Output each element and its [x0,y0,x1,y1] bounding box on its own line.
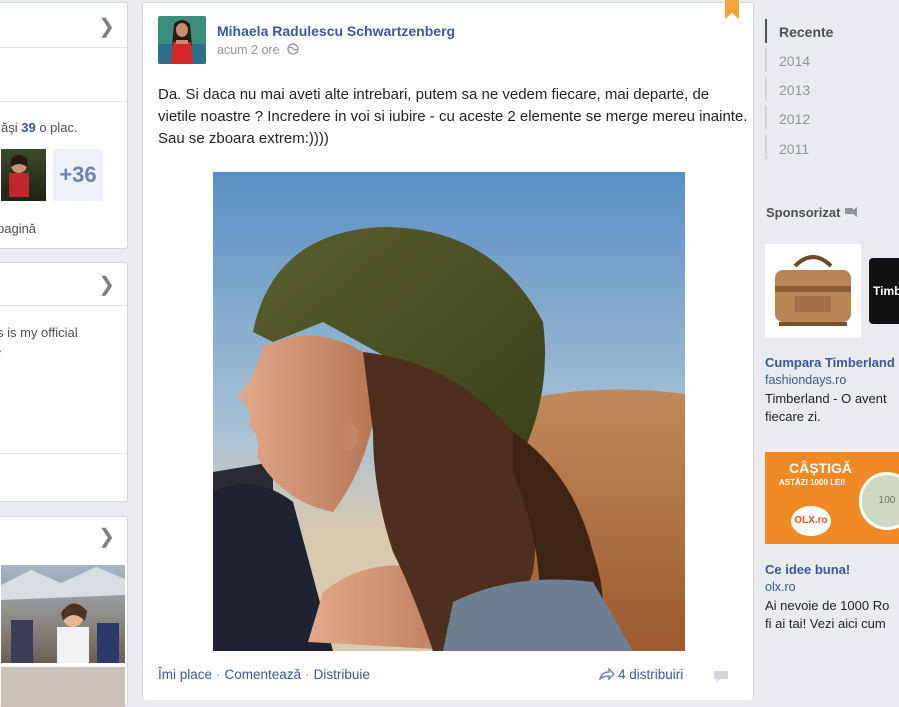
post-time-text[interactable]: acum 2 ore [217,43,280,57]
banknote: 100 [859,472,899,530]
ad-title[interactable]: Cumpara Timberland [765,355,895,370]
years-track [765,106,767,130]
years-indicator [765,19,767,43]
years-track [765,48,767,72]
ad-choices-icon[interactable] [844,206,858,218]
left-card-pages: ❯ i ăşi 39 o plac. +36 pagină [0,2,128,249]
shares-count-label[interactable]: 4 distribuiri [618,667,683,682]
sponsored-header: Sponsorizat [766,205,858,220]
ad-description-cont: fi ai tai! Vezi aici cum [765,616,886,631]
left-card-about: ❯ s is my official › [0,262,128,502]
friend-thumbnail[interactable] [1,149,46,201]
banknote-text: 100 [878,495,896,506]
chevron-right-icon[interactable]: ❯ [98,17,115,37]
banner-line2: ASTĂZI 1000 LEI! [779,478,846,487]
right-sidebar: Recente 2014 2013 2012 2011 Sponsorizat … [755,0,899,700]
olx-logo-text: OLX.ro [794,515,828,526]
divider [0,47,127,48]
more-friends-badge[interactable]: +36 [53,149,103,201]
comment-bubble-icon[interactable] [713,670,729,684]
likes-suffix: o plac. [35,120,78,135]
about-text-cont: › [0,343,1,358]
divider [0,101,127,102]
post-photo[interactable] [213,172,685,651]
ad-description: Timberland - O avent [765,391,887,406]
year-item-recent[interactable]: Recente [779,24,833,40]
year-item-2014[interactable]: 2014 [779,53,810,69]
ad-description: Ai nevoie de 1000 Ro [765,598,890,613]
banner-line1: CÂȘTIGĂ [789,460,852,476]
olx-logo: OLX.ro [791,506,831,536]
ad-banner-olx[interactable]: CÂȘTIGĂ ASTĂZI 1000 LEI! OLX.ro 100 [765,452,899,544]
photo-thumbnail[interactable] [1,667,125,707]
share-arrow-icon [598,667,615,682]
likes-line: ăşi 39 o plac. [1,120,78,135]
sponsored-label: Sponsorizat [766,205,841,220]
ad-image-brand[interactable]: Timb [869,258,899,324]
year-item-2012[interactable]: 2012 [779,111,810,127]
chevron-right-icon[interactable]: ❯ [98,527,115,547]
years-track [765,135,767,159]
ad-domain[interactable]: olx.ro [765,580,796,594]
separator-dot: · [216,667,221,682]
divider [0,305,127,306]
left-card-photos: ❯ [0,516,128,707]
ad-description-cont: fiecare zi. [765,409,821,424]
ad-domain[interactable]: fashiondays.ro [765,373,846,387]
author-avatar[interactable] [158,16,206,64]
chevron-right-icon[interactable]: ❯ [98,275,115,295]
post-timestamp[interactable]: acum 2 ore [217,43,299,57]
post-actions: Îmi place · Comentează · Distribuie [158,667,370,682]
photo-thumbnail[interactable] [1,565,125,663]
post-author-link[interactable]: Mihaela Radulescu Schwartzenberg [217,23,455,39]
years-track [765,77,767,101]
brand-text: Timb [873,284,899,298]
like-link[interactable]: Îmi place [158,667,212,682]
separator-dot: · [305,667,310,682]
comment-link[interactable]: Comentează [225,667,302,682]
shares-count[interactable]: 4 distribuiri [598,667,683,682]
ad-title[interactable]: Ce idee buna! [765,562,850,577]
ad-image-bag[interactable] [765,244,861,338]
timeline-post: Mihaela Radulescu Schwartzenberg acum 2 … [142,0,754,700]
left-card-page-label: pagină [0,221,37,236]
year-item-2011[interactable]: 2011 [779,141,809,157]
about-text: s is my official [0,325,78,340]
likes-count-link[interactable]: 39 [21,120,35,135]
post-message: Da. Si daca nu mai aveti alte intrebari,… [158,86,748,147]
year-item-2013[interactable]: 2013 [779,82,810,98]
share-link[interactable]: Distribuie [314,667,370,682]
globe-icon[interactable] [287,43,299,55]
likes-prefix: ăşi [1,120,22,135]
divider [0,453,127,454]
bookmark-icon[interactable] [725,0,739,19]
